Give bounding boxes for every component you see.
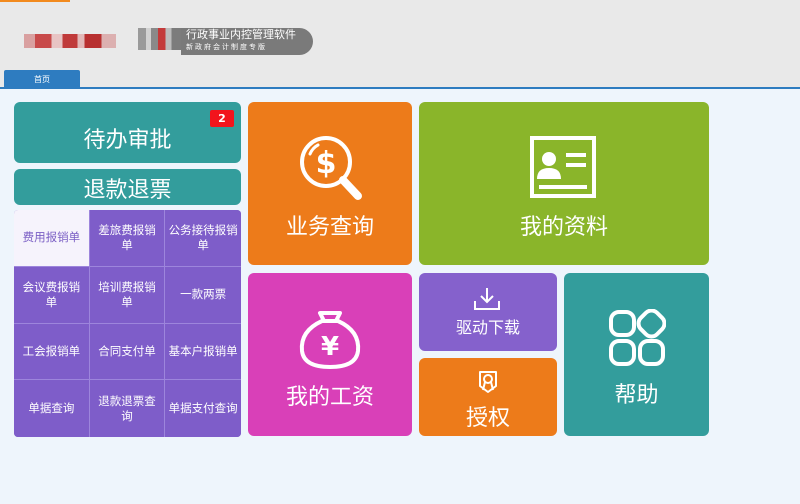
menu-item-expense-reimbursement[interactable]: 费用报销单 [14, 210, 90, 267]
reimbursement-menu: 费用报销单 差旅费报销单 公务接待报销单 会议费报销单 培训费报销单 一款两票 … [14, 210, 241, 437]
menu-item-travel-reimbursement[interactable]: 差旅费报销单 [89, 210, 166, 267]
yuan-money-bag-icon: ¥ [299, 311, 361, 369]
business-query-tile[interactable]: $ 业务查询 [248, 102, 412, 265]
svg-text:¥: ¥ [321, 332, 339, 362]
pending-approval-label: 待办审批 [83, 128, 172, 153]
help-label: 帮助 [614, 383, 659, 408]
tab-home[interactable]: 首页 [4, 70, 80, 88]
my-salary-tile[interactable]: ¥ 我的工资 [248, 273, 412, 436]
menu-item-payment-query[interactable]: 单据支付查询 [165, 380, 241, 437]
menu-item-contract-payment[interactable]: 合同支付单 [89, 323, 166, 381]
business-query-label: 业务查询 [285, 215, 374, 240]
menu-item-meeting-reimbursement[interactable]: 会议费报销单 [14, 266, 90, 324]
certificate-ribbon-icon [479, 371, 497, 393]
driver-download-tile[interactable]: 驱动下载 [419, 273, 557, 351]
help-tile[interactable]: 帮助 [564, 273, 709, 436]
header-divider [0, 87, 800, 89]
menu-item-one-payment-two-invoices[interactable]: 一款两票 [165, 266, 241, 324]
refund-label: 退款退票 [83, 178, 172, 203]
driver-download-label: 驱动下载 [455, 318, 520, 337]
menu-item-union-reimbursement[interactable]: 工会报销单 [14, 323, 90, 381]
org-emblem-redacted [138, 28, 182, 50]
product-brand: 行政事业内控管理软件 新政府会计制度专版 [181, 28, 313, 55]
app-header: 行政事业内控管理软件 新政府会计制度专版 首页 [0, 0, 800, 89]
my-salary-label: 我的工资 [285, 385, 374, 410]
pending-count-badge: 2 [210, 110, 234, 127]
authorize-tile[interactable]: 授权 [419, 358, 557, 436]
refund-tile[interactable]: 退款退票 [14, 169, 241, 205]
menu-item-document-query[interactable]: 单据查询 [14, 380, 90, 437]
product-subtitle: 新政府会计制度专版 [186, 43, 267, 51]
authorize-label: 授权 [465, 406, 510, 431]
menu-item-refund-query[interactable]: 退款退票查询 [89, 380, 166, 437]
menu-item-basic-account-reimbursement[interactable]: 基本户报销单 [165, 323, 241, 381]
header-accent-line [0, 0, 70, 2]
dollar-magnifier-icon: $ [300, 136, 362, 200]
menu-item-training-reimbursement[interactable]: 培训费报销单 [89, 266, 166, 324]
four-rounded-squares-icon [609, 309, 666, 366]
download-icon [474, 288, 500, 310]
my-profile-tile[interactable]: 我的资料 [419, 102, 709, 265]
menu-item-reception-reimbursement[interactable]: 公务接待报销单 [165, 210, 241, 267]
id-card-icon [530, 136, 596, 198]
svg-text:$: $ [316, 146, 337, 181]
my-profile-label: 我的资料 [519, 215, 608, 240]
org-logo-redacted [24, 34, 116, 48]
pending-approval-tile[interactable]: 待办审批 2 [14, 102, 241, 163]
product-title: 行政事业内控管理软件 [186, 28, 296, 41]
